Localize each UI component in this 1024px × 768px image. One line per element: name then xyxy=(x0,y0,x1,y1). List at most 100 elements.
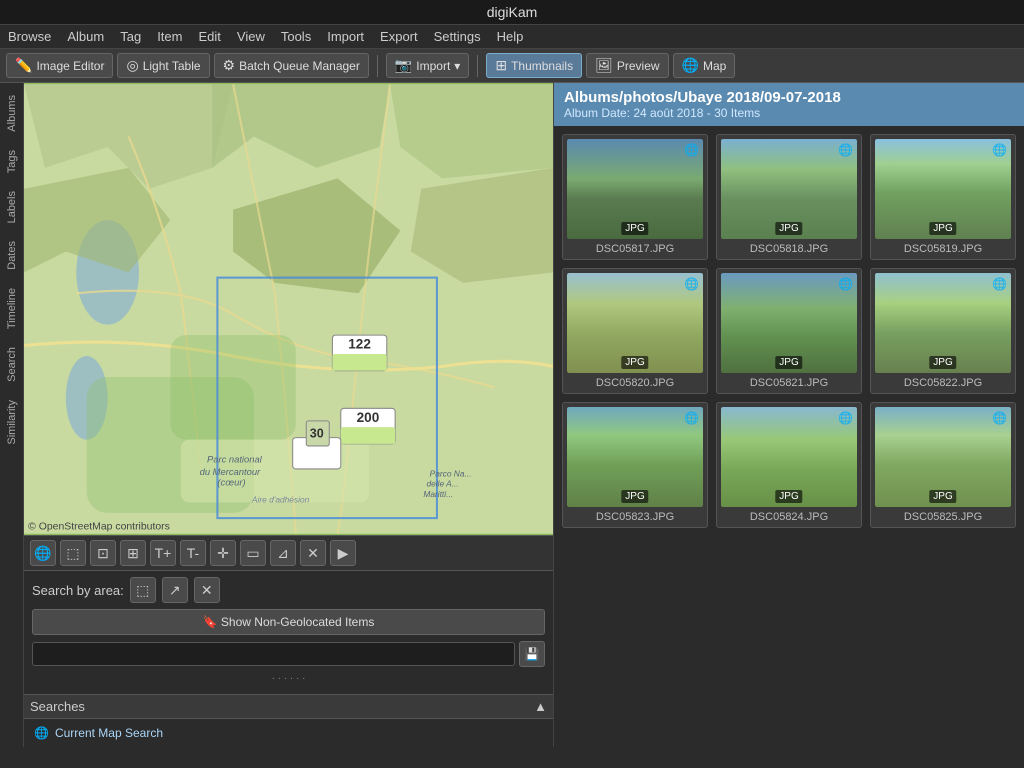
menu-item-help[interactable]: Help xyxy=(497,29,524,44)
thumb-label-DSC05825: DSC05825.JPG xyxy=(904,511,982,523)
thumbnail-DSC05825[interactable]: 🌐 JPG DSC05825.JPG xyxy=(870,402,1016,528)
sidebar-tab-dates[interactable]: Dates xyxy=(3,233,21,278)
thumbnail-DSC05817[interactable]: 🌐 JPG DSC05817.JPG xyxy=(562,134,708,260)
thumbnail-DSC05820[interactable]: 🌐 JPG DSC05820.JPG xyxy=(562,268,708,394)
thumb-image-DSC05824: 🌐 JPG xyxy=(721,407,857,507)
map-btn-frame[interactable]: ▭ xyxy=(240,540,266,566)
search-by-area-row: Search by area: ⬚ ↗ ✕ xyxy=(32,577,545,603)
toolbar-btn-map[interactable]: 🌐Map xyxy=(673,53,736,78)
map-btn-filter-area[interactable]: ⊡ xyxy=(90,540,116,566)
batch-queue-label: Batch Queue Manager xyxy=(239,59,360,73)
sidebar-tab-search[interactable]: Search xyxy=(3,339,21,390)
menu-item-browse[interactable]: Browse xyxy=(8,29,51,44)
menu-item-view[interactable]: View xyxy=(237,29,265,44)
toolbar-btn-preview[interactable]: 🖼Preview xyxy=(586,53,668,78)
menu-item-import[interactable]: Import xyxy=(327,29,364,44)
thumb-image-DSC05817: 🌐 JPG xyxy=(567,139,703,239)
area-add-btn[interactable]: ↗ xyxy=(162,577,188,603)
current-map-search-item[interactable]: 🌐 Current Map Search xyxy=(30,723,547,743)
toolbar-btn-batch-queue[interactable]: ⚙Batch Queue Manager xyxy=(214,53,369,78)
toolbar: ✏️Image Editor◎Light Table⚙Batch Queue M… xyxy=(0,49,1024,83)
batch-queue-icon: ⚙ xyxy=(223,57,236,74)
search-by-area-label: Search by area: xyxy=(32,583,124,598)
searches-collapse-icon[interactable]: ▲ xyxy=(534,699,547,714)
thumb-image-DSC05819: 🌐 JPG xyxy=(875,139,1011,239)
thumb-landscape-DSC05818: 🌐 JPG xyxy=(721,139,857,239)
thumb-landscape-DSC05820: 🌐 JPG xyxy=(567,273,703,373)
thumb-landscape-DSC05825: 🌐 JPG xyxy=(875,407,1011,507)
map-btn-move[interactable]: ✛ xyxy=(210,540,236,566)
thumbnail-DSC05819[interactable]: 🌐 JPG DSC05819.JPG xyxy=(870,134,1016,260)
show-non-geolocated-button[interactable]: 🔖 Show Non-Geolocated Items xyxy=(32,609,545,635)
area-select-btn[interactable]: ⬚ xyxy=(130,577,156,603)
toolbar-btn-import[interactable]: 📷 Import ▾ xyxy=(386,53,469,78)
thumb-image-DSC05825: 🌐 JPG xyxy=(875,407,1011,507)
thumb-badge-DSC05820: JPG xyxy=(621,356,648,369)
menu-item-album[interactable]: Album xyxy=(67,29,104,44)
save-search-button[interactable]: 💾 xyxy=(519,641,545,667)
search-text-input[interactable] xyxy=(32,642,515,666)
toolbar-btn-thumbnails[interactable]: ⊞Thumbnails xyxy=(486,53,582,78)
thumbnail-DSC05822[interactable]: 🌐 JPG DSC05822.JPG xyxy=(870,268,1016,394)
sidebar-tab-similarity[interactable]: Similarity xyxy=(3,392,21,453)
thumb-image-DSC05821: 🌐 JPG xyxy=(721,273,857,373)
sidebar-tab-albums[interactable]: Albums xyxy=(3,87,21,140)
thumb-geo-icon-DSC05818: 🌐 xyxy=(838,143,853,157)
thumb-label-DSC05823: DSC05823.JPG xyxy=(596,511,674,523)
thumb-label-DSC05821: DSC05821.JPG xyxy=(750,377,828,389)
menu-item-tag[interactable]: Tag xyxy=(120,29,141,44)
import-label: Import xyxy=(416,59,450,73)
thumb-badge-DSC05819: JPG xyxy=(929,222,956,235)
import-icon: 📷 xyxy=(395,57,412,74)
sidebar-tab-tags[interactable]: Tags xyxy=(3,142,21,181)
thumb-geo-icon-DSC05820: 🌐 xyxy=(684,277,699,291)
album-header: Albums/photos/Ubaye 2018/09-07-2018 Albu… xyxy=(554,83,1024,126)
menu-item-item[interactable]: Item xyxy=(157,29,182,44)
thumb-geo-icon-DSC05823: 🌐 xyxy=(684,411,699,425)
svg-text:Aire d'adhésion: Aire d'adhésion xyxy=(251,494,310,504)
svg-text:delle A...: delle A... xyxy=(426,479,458,489)
svg-text:du Mercantour: du Mercantour xyxy=(200,466,261,477)
map-btn-text[interactable]: T+ xyxy=(150,540,176,566)
svg-text:200: 200 xyxy=(357,410,380,425)
map-btn-play[interactable]: ▶ xyxy=(330,540,356,566)
thumbnail-DSC05824[interactable]: 🌐 JPG DSC05824.JPG xyxy=(716,402,862,528)
map-btn-globe[interactable]: 🌐 xyxy=(30,540,56,566)
svg-text:(cœur): (cœur) xyxy=(217,477,245,488)
map-svg: 122 200 30 © OpenStreetMap contributors … xyxy=(24,83,553,535)
area-clear-btn[interactable]: ✕ xyxy=(194,577,220,603)
thumb-geo-icon-DSC05825: 🌐 xyxy=(992,411,1007,425)
image-editor-label: Image Editor xyxy=(36,59,104,73)
map-btn-select-area[interactable]: ⬚ xyxy=(60,540,86,566)
thumb-label-DSC05820: DSC05820.JPG xyxy=(596,377,674,389)
title-bar: digiKam xyxy=(0,0,1024,25)
map-btn-text-minus[interactable]: T- xyxy=(180,540,206,566)
toolbar-btn-image-editor[interactable]: ✏️ Image Editor xyxy=(6,53,113,78)
menu-item-edit[interactable]: Edit xyxy=(198,29,220,44)
thumb-badge-DSC05822: JPG xyxy=(929,356,956,369)
thumbnail-DSC05818[interactable]: 🌐 JPG DSC05818.JPG xyxy=(716,134,862,260)
right-panel: Albums/photos/Ubaye 2018/09-07-2018 Albu… xyxy=(554,83,1024,747)
sidebar-tab-labels[interactable]: Labels xyxy=(3,183,21,231)
toolbar-separator xyxy=(377,55,378,77)
toolbar-btn-light-table[interactable]: ◎Light Table xyxy=(117,53,209,78)
import-arrow: ▾ xyxy=(454,59,460,73)
map-btn-clear[interactable]: ✕ xyxy=(300,540,326,566)
thumbnails-icon: ⊞ xyxy=(495,57,507,74)
toolbar-separator xyxy=(477,55,478,77)
sidebar-tab-timeline[interactable]: Timeline xyxy=(3,280,21,337)
thumb-landscape-DSC05823: 🌐 JPG xyxy=(567,407,703,507)
image-editor-icon: ✏️ xyxy=(15,57,32,74)
map-label: Map xyxy=(703,59,726,73)
map-container[interactable]: 122 200 30 © OpenStreetMap contributors … xyxy=(24,83,553,535)
menu-item-export[interactable]: Export xyxy=(380,29,418,44)
thumb-image-DSC05818: 🌐 JPG xyxy=(721,139,857,239)
album-subtitle: Album Date: 24 août 2018 - 30 Items xyxy=(564,106,1014,120)
map-btn-image-view[interactable]: ⊞ xyxy=(120,540,146,566)
map-btn-filter[interactable]: ⊿ xyxy=(270,540,296,566)
thumb-geo-icon-DSC05819: 🌐 xyxy=(992,143,1007,157)
thumbnail-DSC05821[interactable]: 🌐 JPG DSC05821.JPG xyxy=(716,268,862,394)
menu-item-tools[interactable]: Tools xyxy=(281,29,311,44)
thumbnail-DSC05823[interactable]: 🌐 JPG DSC05823.JPG xyxy=(562,402,708,528)
menu-item-settings[interactable]: Settings xyxy=(434,29,481,44)
